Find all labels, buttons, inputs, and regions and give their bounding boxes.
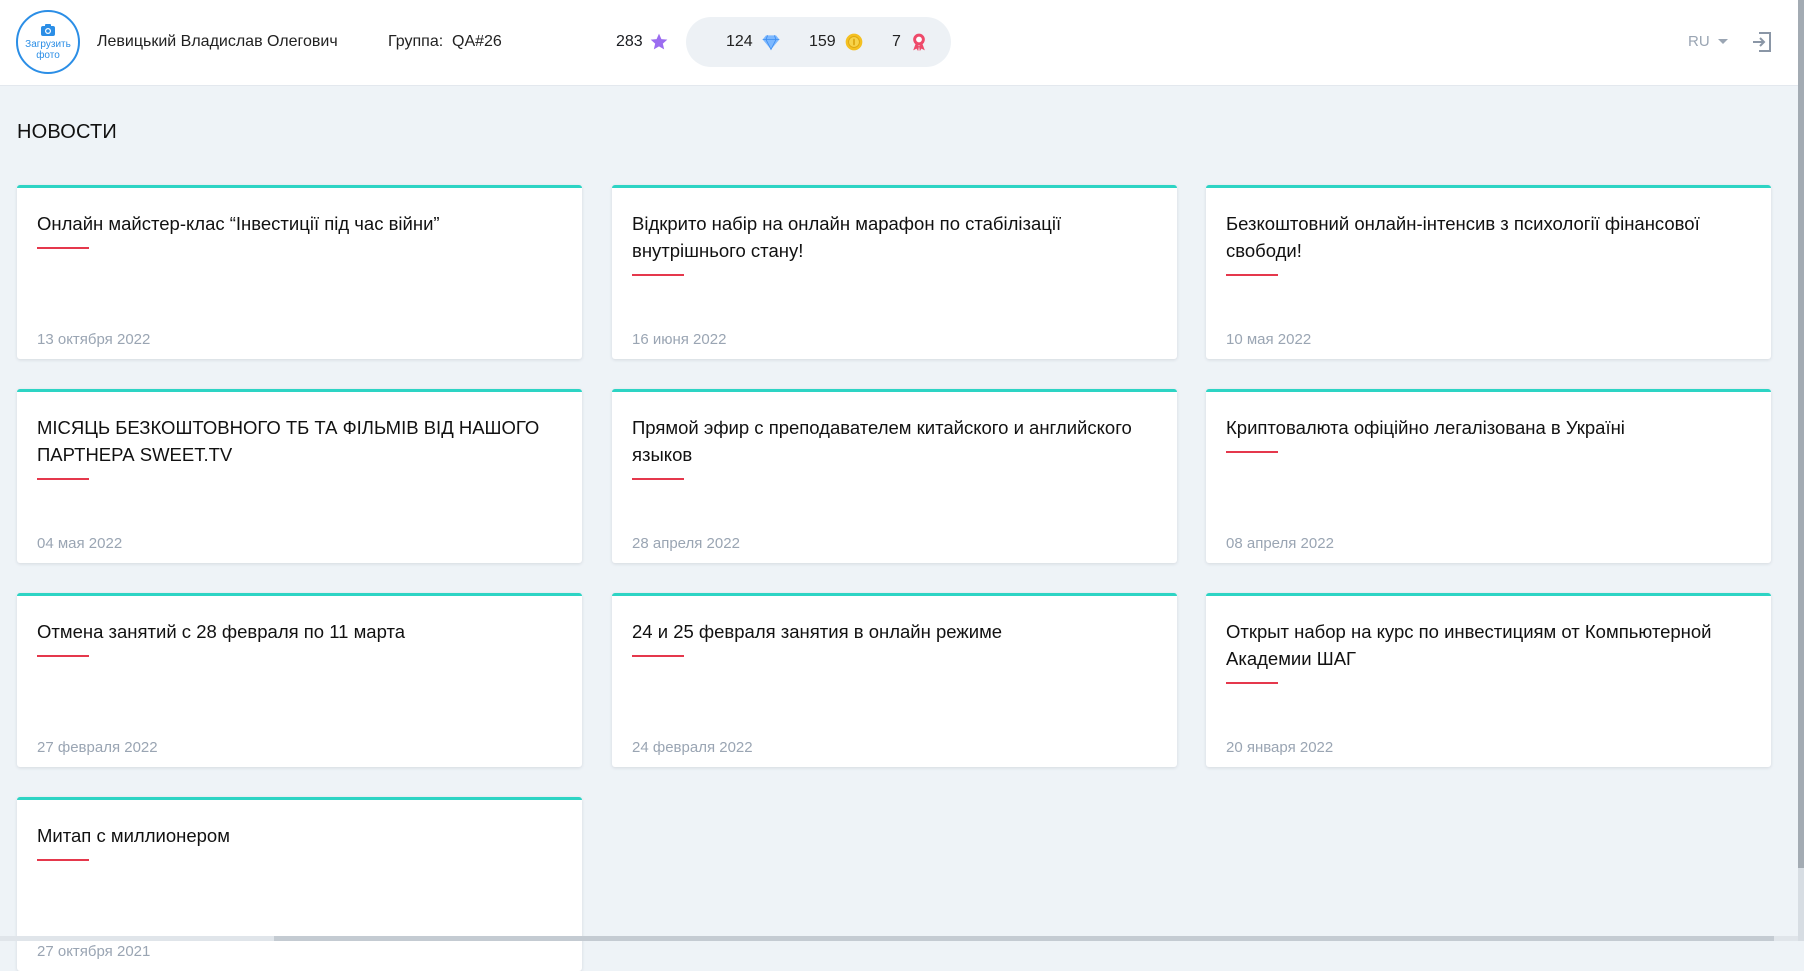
horizontal-scrollbar[interactable] [0,936,1798,941]
news-card-date: 20 января 2022 [1226,739,1334,756]
user-name: Левицький Владислав Олегович [97,33,338,50]
coins-value: 159 [809,33,836,50]
news-card-date: 08 апреля 2022 [1226,535,1334,552]
upload-photo-button[interactable]: Загрузить фото [16,10,80,74]
language-selector[interactable]: RU [1688,33,1728,50]
coins-counter: 159 [809,31,864,53]
news-card[interactable]: Онлайн майстер-клас “Інвестиції під час … [17,185,582,359]
title-underline [37,655,89,657]
logout-icon [1753,32,1771,52]
news-card[interactable]: Криптовалюта офіційно легалізована в Укр… [1206,389,1771,563]
coin-icon [845,33,863,51]
stars-counter: 283 [616,31,669,53]
rewards-panel: 124 159 7 [686,17,951,67]
title-underline [1226,451,1278,453]
title-underline [632,478,684,480]
title-underline [37,859,89,861]
top-bar: Загрузить фото Левицький Владислав Олего… [0,0,1804,86]
diamonds-value: 124 [726,33,753,50]
news-card-title: Відкрито набір на онлайн марафон по стаб… [632,210,1152,276]
group-label: Группа: [388,33,444,50]
stars-value: 283 [616,33,643,50]
title-underline [1226,274,1278,276]
news-card-title: Отмена занятий с 28 февраля по 11 марта [37,618,557,657]
news-card-title: Онлайн майстер-клас “Інвестиції під час … [37,210,557,249]
award-icon [913,33,925,52]
news-card[interactable]: Митап с миллионером 27 октября 2021 [17,797,582,971]
news-card-date: 24 февраля 2022 [632,739,753,756]
news-card[interactable]: Відкрито набір на онлайн марафон по стаб… [612,185,1177,359]
news-card-title: 24 и 25 февраля занятия в онлайн режиме [632,618,1152,657]
chevron-down-icon [1717,39,1728,44]
news-card-date: 27 октября 2021 [37,943,151,960]
vertical-scrollbar[interactable] [1798,0,1804,941]
news-card-title: Безкоштовний онлайн-інтенсив з психологі… [1226,210,1746,276]
news-card-date: 16 июня 2022 [632,331,727,348]
horizontal-scrollbar-thumb[interactable] [274,936,1774,941]
news-card-title: Митап с миллионером [37,822,557,861]
news-card[interactable]: Прямой эфир с преподавателем китайского … [612,389,1177,563]
news-card-date: 28 апреля 2022 [632,535,740,552]
page-title: НОВОСТИ [17,121,118,143]
title-underline [37,247,89,249]
news-card-title: Криптовалюта офіційно легалізована в Укр… [1226,414,1746,453]
logout-button[interactable] [1750,30,1774,54]
news-card[interactable]: Безкоштовний онлайн-інтенсив з психологі… [1206,185,1771,359]
title-underline [37,478,89,480]
news-card[interactable]: 24 и 25 февраля занятия в онлайн режиме … [612,593,1177,767]
news-card-date: 13 октября 2022 [37,331,151,348]
upload-photo-label: Загрузить фото [25,39,71,61]
language-value: RU [1688,33,1710,50]
title-underline [632,274,684,276]
group-value: QA#26 [452,33,502,50]
vertical-scrollbar-thumb[interactable] [1798,0,1804,868]
camera-icon [41,24,55,36]
news-card[interactable]: МІСЯЦЬ БЕЗКОШТОВНОГО ТБ ТА ФІЛЬМІВ ВІД Н… [17,389,582,563]
badges-counter: 7 [892,31,929,53]
news-card-title: Прямой эфир с преподавателем китайского … [632,414,1152,480]
news-card-date: 10 мая 2022 [1226,331,1312,348]
star-icon [650,33,668,50]
news-card-date: 27 февраля 2022 [37,739,158,756]
news-card[interactable]: Отмена занятий с 28 февраля по 11 марта … [17,593,582,767]
title-underline [1226,682,1278,684]
news-card-title: Открыт набор на курс по инвестициям от К… [1226,618,1746,684]
diamond-icon [762,35,780,51]
badges-value: 7 [892,33,901,50]
diamonds-counter: 124 [726,31,781,53]
news-card[interactable]: Открыт набор на курс по инвестициям от К… [1206,593,1771,767]
title-underline [632,655,684,657]
news-card-date: 04 мая 2022 [37,535,123,552]
news-card-title: МІСЯЦЬ БЕЗКОШТОВНОГО ТБ ТА ФІЛЬМІВ ВІД Н… [37,414,557,480]
